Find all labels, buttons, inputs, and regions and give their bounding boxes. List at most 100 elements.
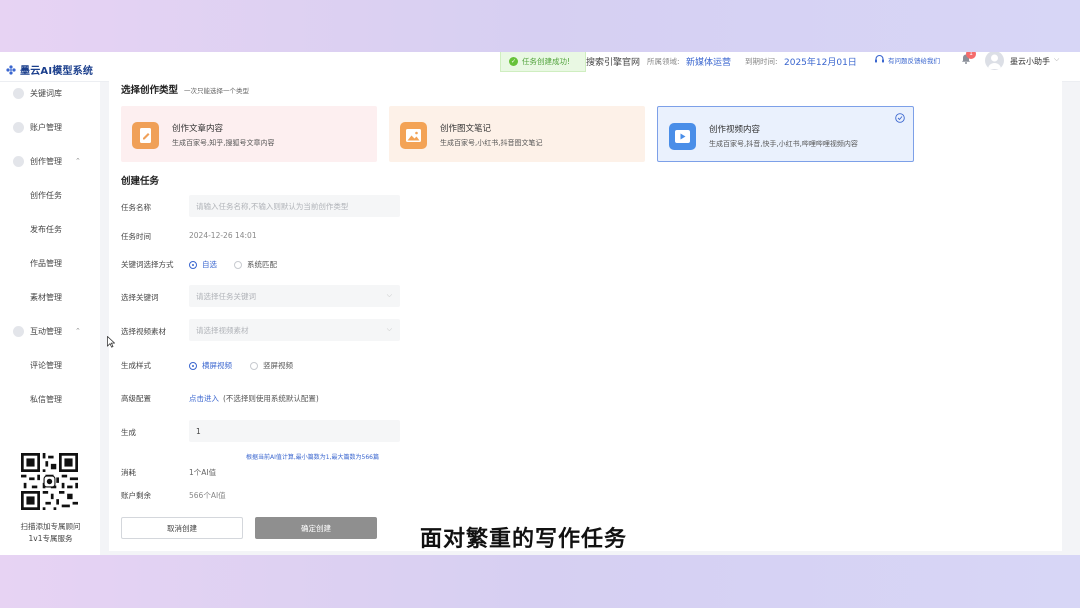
- field-value: 新媒体运营: [686, 58, 732, 68]
- advanced-config-link[interactable]: 点击进入: [189, 393, 219, 404]
- task-name-input[interactable]: 请输入任务名称,不输入则默认为当前创作类型: [189, 195, 400, 217]
- expire-value: 2025年12月01日: [784, 58, 857, 68]
- sidebar-item-label: 创作管理: [30, 156, 62, 166]
- sidebar-item-interaction[interactable]: 互动管理 ⌃: [0, 322, 100, 340]
- sidebar-item-label: 评论管理: [30, 360, 62, 370]
- toast-text: 任务创建成功!: [522, 57, 571, 66]
- user-name[interactable]: 墨云小助手: [1010, 56, 1050, 67]
- style-portrait-radio[interactable]: 竖屏视频: [250, 360, 293, 371]
- expire-label: 到期时间:: [745, 57, 778, 66]
- sidebar-item-comments[interactable]: 评论管理: [0, 356, 100, 374]
- type-card-article[interactable]: 创作文章内容 生成百家号,知乎,搜狐号文章内容: [121, 106, 377, 162]
- chevron-up-icon: ⌃: [75, 157, 81, 165]
- material-select[interactable]: 请选择视频素材 ⌵: [189, 319, 400, 341]
- video-caption: 面对繁重的写作任务: [420, 527, 628, 552]
- cost-label: 消耗: [121, 468, 136, 477]
- brand[interactable]: 墨云AI模型系统: [6, 62, 93, 77]
- type-section-hint: 一次只能选择一个类型: [184, 87, 249, 95]
- type-desc: 生成百家号,抖音,快手,小红书,哔哩哔哩视频内容: [709, 140, 858, 148]
- cost-value: 1个AI值: [189, 468, 217, 477]
- type-card-video[interactable]: 创作视频内容 生成百家号,抖音,快手,小红书,哔哩哔哩视频内容: [657, 106, 914, 162]
- type-title: 创作视频内容: [709, 125, 761, 135]
- video-icon: [669, 123, 696, 150]
- sidebar-item-label: 账户管理: [30, 122, 62, 132]
- keyword-mode-label: 关键词选择方式: [121, 260, 174, 269]
- type-title: 创作图文笔记: [440, 124, 492, 134]
- task-name-label: 任务名称: [121, 203, 151, 212]
- cancel-button[interactable]: 取消创建: [121, 517, 243, 539]
- sidebar-item-label: 发布任务: [30, 224, 62, 234]
- confirm-button[interactable]: 确定创建: [255, 517, 377, 539]
- keyword-mode-system-radio[interactable]: 系统匹配: [234, 259, 277, 270]
- keyword-select[interactable]: 请选择任务关键词 ⌵: [189, 285, 400, 307]
- task-time-label: 任务时间: [121, 232, 151, 241]
- task-time-value: 2024-12-26 14:01: [189, 231, 257, 240]
- success-toast: ✓ 任务创建成功!: [500, 52, 586, 72]
- sidebar-item-materials[interactable]: 素材管理: [0, 288, 100, 306]
- type-desc: 生成百家号,知乎,搜狐号文章内容: [172, 139, 275, 147]
- sidebar-item-messages[interactable]: 私信管理: [0, 390, 100, 408]
- article-icon: [132, 122, 159, 149]
- image-icon: [400, 122, 427, 149]
- sidebar-item-publish-tasks[interactable]: 发布任务: [0, 220, 100, 238]
- site-link[interactable]: 搜索引擎官网: [586, 55, 640, 68]
- keyword-icon: [13, 87, 24, 99]
- radio-unselected-icon: [250, 361, 258, 370]
- style-landscape-radio[interactable]: 横屏视频: [189, 360, 232, 371]
- type-card-note[interactable]: 创作图文笔记 生成百家号,小红书,抖音图文笔记: [389, 106, 645, 162]
- sidebar-item-label: 关键词库: [30, 88, 62, 98]
- create-task-panel: 选择创作类型 一次只能选择一个类型 创作文章内容 生成百家号,知乎,搜狐号文章内…: [109, 74, 1062, 551]
- snowflake-logo-icon: [6, 64, 16, 75]
- keyword-mode-manual-radio[interactable]: 自选: [189, 259, 217, 270]
- keyword-placeholder: 请选择任务关键词: [196, 291, 256, 301]
- notification-badge: 1: [966, 52, 976, 59]
- sidebar-item-accounts[interactable]: 账户管理: [0, 118, 100, 136]
- headset-icon: [875, 54, 884, 63]
- qr-caption-2: 1v1专属服务: [28, 534, 73, 543]
- sidebar-item-works[interactable]: 作品管理: [0, 254, 100, 272]
- chevron-down-icon[interactable]: ⌵: [1054, 55, 1059, 64]
- brand-name: 墨云AI模型系统: [20, 66, 94, 77]
- mouse-pointer-icon: [107, 336, 115, 348]
- creation-icon: [13, 155, 24, 167]
- generate-count-input[interactable]: 1: [189, 420, 400, 442]
- type-title: 创作文章内容: [172, 124, 224, 134]
- advanced-config-note: (不选择则使用系统默认配置): [223, 394, 319, 403]
- sidebar-item-label: 互动管理: [30, 326, 62, 336]
- account-icon: [13, 121, 24, 133]
- sidebar-item-creation[interactable]: 创作管理 ⌃: [0, 152, 100, 170]
- user-icon: [988, 54, 1001, 69]
- feedback-text: 有问题反馈给我们: [888, 56, 940, 65]
- radio-label: 自选: [202, 260, 217, 269]
- field-label: 所属领域:: [647, 57, 680, 66]
- radio-label: 系统匹配: [247, 260, 277, 269]
- sidebar-item-creation-tasks[interactable]: 创作任务: [0, 186, 100, 204]
- balance-label: 账户剩余: [121, 491, 151, 500]
- sidebar-item-label: 素材管理: [30, 292, 62, 302]
- app-window: 墨云AI模型系统 ✓ 任务创建成功! 搜索引擎官网 所属领域: 新媒体运营 到期…: [0, 52, 1080, 555]
- type-desc: 生成百家号,小红书,抖音图文笔记: [440, 139, 543, 147]
- qr-card: 扫描添加专属顾问 1v1专属服务: [3, 445, 98, 555]
- radio-label: 竖屏视频: [263, 361, 293, 370]
- advanced-label: 高级配置: [121, 394, 151, 403]
- balance-value: 566个AI值: [189, 491, 226, 500]
- qr-code-icon: [21, 453, 78, 510]
- chevron-up-icon: ⌃: [75, 327, 81, 335]
- generate-label: 生成: [121, 428, 136, 437]
- radio-label: 横屏视频: [202, 361, 232, 370]
- generate-count-value: 1: [196, 426, 201, 436]
- chevron-down-icon: ⌵: [386, 291, 392, 299]
- radio-unselected-icon: [234, 260, 242, 269]
- style-label: 生成样式: [121, 361, 151, 370]
- sidebar-item-label: 作品管理: [30, 258, 62, 268]
- chevron-down-icon: ⌵: [386, 325, 392, 333]
- radio-selected-icon: [189, 260, 197, 269]
- material-label: 选择视频素材: [121, 327, 166, 336]
- sidebar-item-label: 创作任务: [30, 190, 62, 200]
- interaction-icon: [13, 325, 24, 337]
- feedback-link[interactable]: 有问题反馈给我们: [874, 54, 940, 65]
- radio-selected-icon: [189, 361, 197, 370]
- task-section-title: 创建任务: [121, 176, 160, 187]
- avatar[interactable]: [985, 52, 1004, 70]
- sidebar-item-keywords[interactable]: 关键词库: [0, 84, 100, 102]
